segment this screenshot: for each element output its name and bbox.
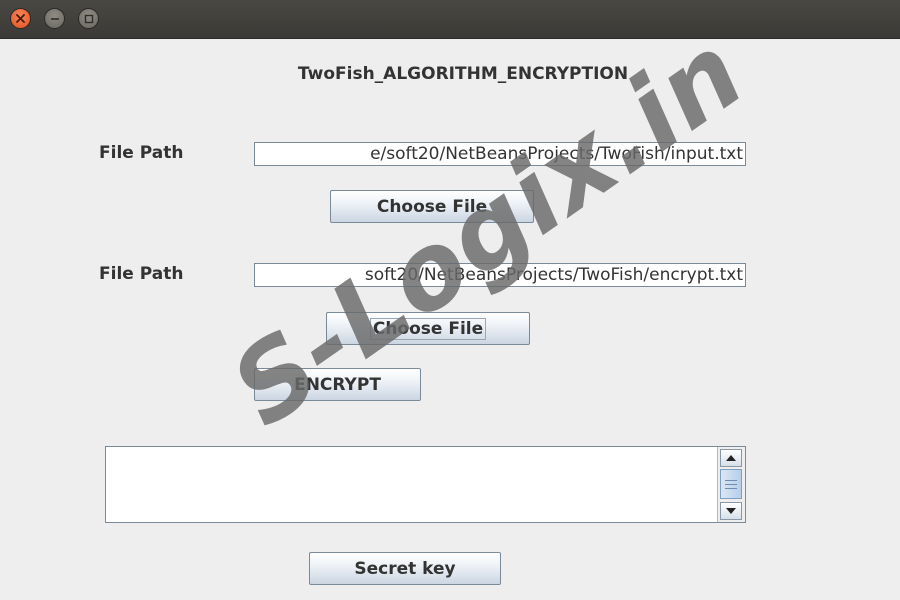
scroll-thumb[interactable] xyxy=(720,469,742,499)
output-file-path-value: soft20/NetBeansProjects/TwoFish/encrypt.… xyxy=(364,265,743,285)
input-file-path-value: e/soft20/NetBeansProjects/TwoFish/input.… xyxy=(370,144,743,164)
page-title: TwoFish_ALGORITHM_ENCRYPTION xyxy=(297,64,629,84)
close-icon xyxy=(16,14,25,23)
scroll-up-button[interactable] xyxy=(720,449,742,467)
input-file-path-field[interactable]: e/soft20/NetBeansProjects/TwoFish/input.… xyxy=(254,142,746,166)
output-vertical-scrollbar[interactable] xyxy=(717,447,745,522)
minimize-window-button[interactable] xyxy=(44,8,65,29)
minimize-icon xyxy=(50,17,59,20)
output-file-path-label: File Path xyxy=(99,264,184,284)
choose-input-file-label: Choose File xyxy=(376,196,488,217)
input-file-path-label: File Path xyxy=(99,143,184,163)
arrow-up-icon xyxy=(726,455,736,461)
choose-output-file-label: Choose File xyxy=(369,317,487,340)
secret-key-button-label: Secret key xyxy=(354,558,456,579)
choose-output-file-button[interactable]: Choose File xyxy=(326,312,530,345)
window-titlebar xyxy=(0,0,900,39)
scroll-down-button[interactable] xyxy=(720,502,742,520)
arrow-down-icon xyxy=(726,508,736,514)
maximize-icon xyxy=(84,14,93,23)
choose-input-file-button[interactable]: Choose File xyxy=(330,190,534,223)
output-text-area[interactable] xyxy=(105,446,746,523)
output-file-path-field[interactable]: soft20/NetBeansProjects/TwoFish/encrypt.… xyxy=(254,263,746,287)
secret-key-button[interactable]: Secret key xyxy=(309,552,501,585)
close-window-button[interactable] xyxy=(10,8,31,29)
maximize-window-button[interactable] xyxy=(78,8,99,29)
encrypt-button-label: ENCRYPT xyxy=(294,374,381,395)
encrypt-button[interactable]: ENCRYPT xyxy=(254,368,421,401)
